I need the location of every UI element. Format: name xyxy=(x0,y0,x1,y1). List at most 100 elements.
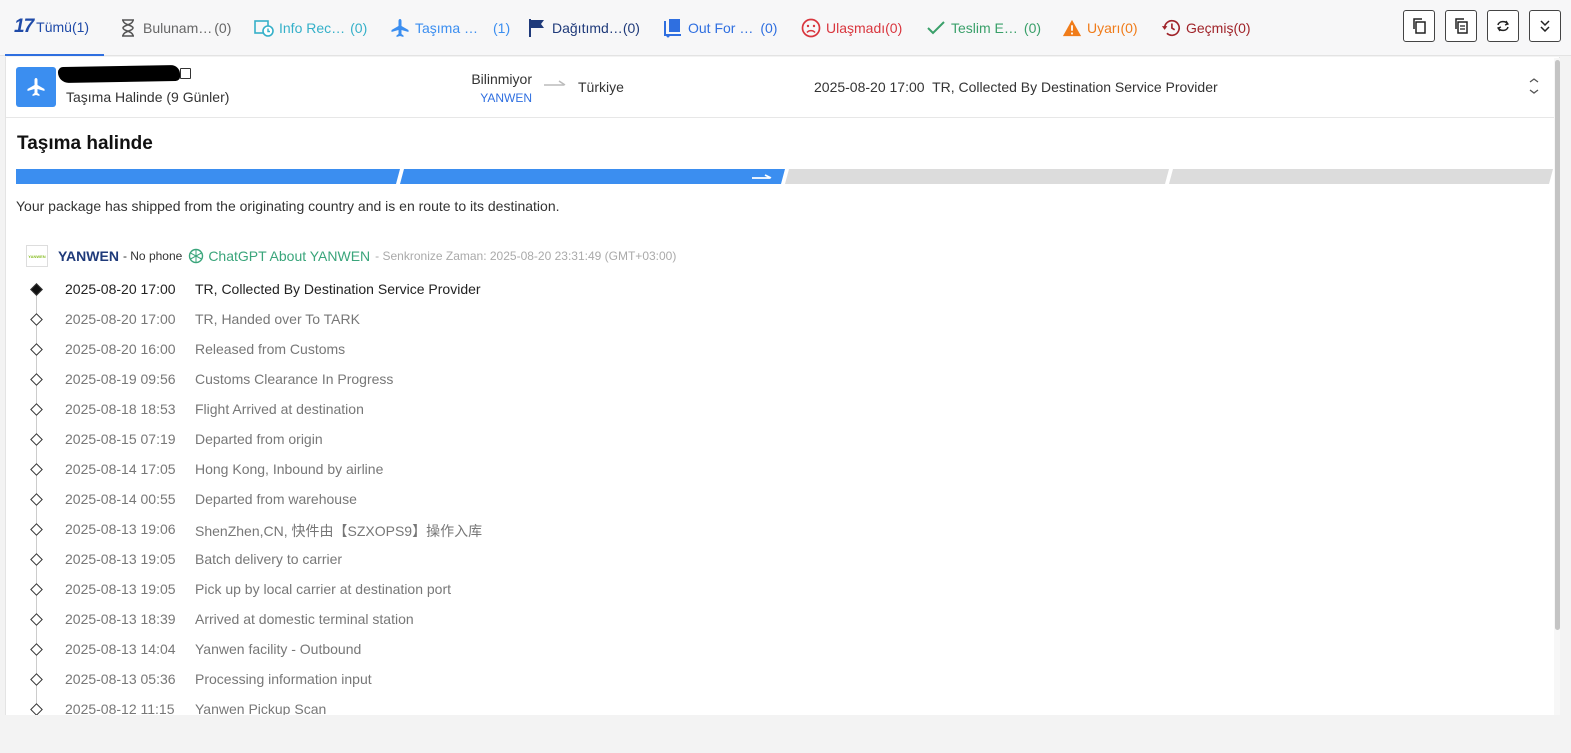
copy-list-icon xyxy=(1455,18,1468,34)
carrier-info-row: YANWEN YANWEN - No phone ChatGPT About Y… xyxy=(26,245,676,267)
timeline-event: 2025-08-13 19:05 Pick up by local carrier… xyxy=(6,577,1506,607)
tab-history[interactable]: Geçmiş (0) xyxy=(1161,0,1251,56)
event-marker-icon xyxy=(30,313,43,326)
event-description: Yanwen facility - Outbound xyxy=(195,641,362,657)
event-time: 2025-08-14 00:55 xyxy=(65,491,176,507)
event-time: 2025-08-13 19:05 xyxy=(65,551,176,567)
refresh-icon xyxy=(1496,20,1510,32)
origin-carrier-link[interactable]: YANWEN xyxy=(446,91,532,105)
event-time: 2025-08-13 18:39 xyxy=(65,611,176,627)
event-description: Processing information input xyxy=(195,671,372,687)
tab-all-label: Tümü xyxy=(36,19,72,35)
copy-list-button[interactable] xyxy=(1445,10,1477,42)
tab-out-for-delivery-count: (0) xyxy=(760,20,778,36)
carrier-name-link[interactable]: YANWEN xyxy=(58,248,119,264)
17track-logo-icon: 17 xyxy=(14,16,34,37)
collapse-chevron-icon[interactable] xyxy=(1526,77,1542,95)
timeline-event: 2025-08-13 05:36 Processing information i… xyxy=(6,667,1506,697)
event-description: Batch delivery to carrier xyxy=(195,551,343,567)
copy-icon xyxy=(1413,18,1426,34)
latest-event-text: TR, Collected By Destination Service Pro… xyxy=(932,79,1218,95)
timeline-event: 2025-08-13 19:05 Batch delivery to carrie… xyxy=(6,547,1506,577)
latest-event-time: 2025-08-20 17:00 xyxy=(814,79,925,95)
tab-not-found[interactable]: Bulunam… (0) xyxy=(118,0,231,56)
timeline-event: 2025-08-15 07:19 Departed from origin xyxy=(6,427,1506,457)
refresh-button[interactable] xyxy=(1487,10,1519,42)
event-time: 2025-08-13 19:06 xyxy=(65,521,176,537)
timeline-event: 2025-08-19 09:56 Customs Clearance In Pro… xyxy=(6,367,1506,397)
chatgpt-link-label: ChatGPT About YANWEN xyxy=(208,248,371,264)
tab-history-label: Geçmiş xyxy=(1186,20,1234,36)
event-marker-icon xyxy=(30,343,43,356)
event-marker-icon xyxy=(30,373,43,386)
status-plane-badge xyxy=(16,67,56,107)
tracking-number xyxy=(57,64,191,86)
status-days: Taşıma Halinde (9 Günler) xyxy=(66,89,230,105)
plane-icon xyxy=(390,18,410,38)
event-description: TR, Collected By Destination Service Pro… xyxy=(195,281,481,297)
tab-alert[interactable]: Uyarı (0) xyxy=(1062,0,1138,56)
event-marker-icon xyxy=(30,283,43,296)
collapse-all-button[interactable] xyxy=(1529,10,1561,42)
tab-pickup[interactable]: Dağıtımd… (0) xyxy=(527,0,640,56)
progress-segment-2 xyxy=(400,169,785,184)
tracking-panel: Taşıma Halinde (9 Günler) Bilinmiyor YAN… xyxy=(5,57,1560,715)
event-time: 2025-08-18 18:53 xyxy=(65,401,176,417)
tab-undelivered[interactable]: Ulaşmadı (0) xyxy=(801,0,902,56)
tab-out-for-delivery-label: Out For … xyxy=(688,20,754,36)
tab-delivered[interactable]: Teslim E… (0) xyxy=(926,0,1041,56)
status-description: Your package has shipped from the origin… xyxy=(16,198,560,214)
timeline-event: 2025-08-20 17:00 TR, Handed over To TARK xyxy=(6,307,1506,337)
event-marker-icon xyxy=(30,703,43,715)
clock-calendar-icon xyxy=(254,18,274,38)
tab-alert-count: (0) xyxy=(1120,20,1138,36)
tab-info-received-label: Info Rec… xyxy=(279,20,346,36)
event-time: 2025-08-20 17:00 xyxy=(65,281,176,297)
tab-out-for-delivery[interactable]: Out For … (0) xyxy=(663,0,777,56)
event-marker-icon xyxy=(30,493,43,506)
tab-info-received-count: (0) xyxy=(350,20,368,36)
tab-alert-label: Uyarı xyxy=(1087,20,1121,36)
event-description: Arrived at domestic terminal station xyxy=(195,611,414,627)
tab-info-received[interactable]: Info Rec… (0) xyxy=(254,0,367,56)
collapse-all-icon xyxy=(1540,20,1550,32)
tab-pickup-count: (0) xyxy=(622,20,640,36)
event-time: 2025-08-12 11:15 xyxy=(65,701,175,715)
event-description: Flight Arrived at destination xyxy=(195,401,364,417)
timeline-event: 2025-08-12 11:15 Yanwen Pickup Scan xyxy=(6,697,1506,715)
event-description: ShenZhen,CN, 快件由【SZXOPS9】操作入库 xyxy=(195,523,483,539)
tab-undelivered-count: (0) xyxy=(885,20,903,36)
event-marker-icon xyxy=(30,643,43,656)
event-description: TR, Handed over To TARK xyxy=(195,311,360,327)
sync-time: - Senkronize Zaman: 2025-08-20 23:31:49 … xyxy=(375,249,677,263)
event-time: 2025-08-14 17:05 xyxy=(65,461,176,477)
event-marker-icon xyxy=(30,403,43,416)
event-description: Hong Kong, Inbound by airline xyxy=(195,461,384,477)
event-description: Customs Clearance In Progress xyxy=(195,371,394,387)
copy-button[interactable] xyxy=(1403,10,1435,42)
event-marker-icon xyxy=(30,463,43,476)
chatgpt-link[interactable]: ChatGPT About YANWEN xyxy=(188,248,370,264)
event-description: Pick up by local carrier at destination … xyxy=(195,581,452,597)
tab-all[interactable]: 17 Tümü (1) xyxy=(5,0,104,56)
event-marker-icon xyxy=(30,673,43,686)
tab-pickup-label: Dağıtımd… xyxy=(552,20,623,36)
event-marker-icon xyxy=(30,613,43,626)
event-time: 2025-08-13 14:04 xyxy=(65,641,176,657)
event-time: 2025-08-20 17:00 xyxy=(65,311,176,327)
shipment-summary-row[interactable]: Taşıma Halinde (9 Günler) Bilinmiyor YAN… xyxy=(6,57,1559,118)
tab-not-found-label: Bulunam… xyxy=(143,20,213,36)
progress-segment-4 xyxy=(1169,169,1553,184)
check-icon xyxy=(926,18,946,38)
event-marker-icon xyxy=(30,553,43,566)
scrollbar-thumb[interactable] xyxy=(1555,60,1560,630)
history-icon xyxy=(1161,18,1181,38)
copy-tracking-icon[interactable] xyxy=(180,68,191,79)
route-arrow-icon xyxy=(544,80,566,86)
plane-icon xyxy=(27,78,45,96)
flag-icon xyxy=(527,18,547,38)
tab-in-transit[interactable]: Taşıma … (1) xyxy=(390,0,510,56)
timeline-event: 2025-08-18 18:53 Flight Arrived at destin… xyxy=(6,397,1506,427)
timeline-event: 2025-08-13 14:04 Yanwen facility - Outbou… xyxy=(6,637,1506,667)
event-marker-icon xyxy=(30,433,43,446)
